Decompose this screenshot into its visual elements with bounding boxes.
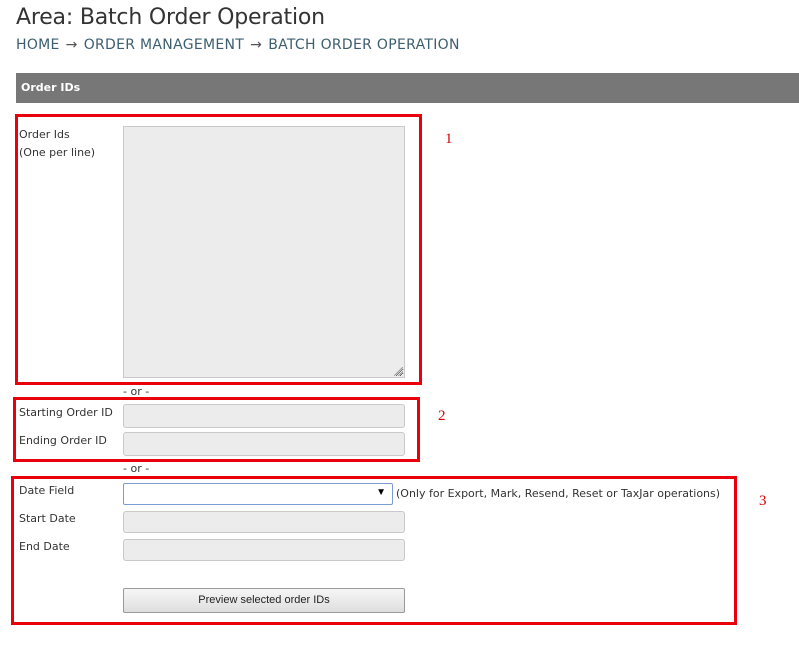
breadcrumb-separator-icon: → bbox=[250, 37, 263, 53]
section-header-order-ids: Order IDs bbox=[16, 73, 799, 103]
breadcrumb-home-link[interactable]: HOME bbox=[16, 37, 60, 53]
annotation-number-1: 1 bbox=[445, 131, 453, 147]
annotation-box-1 bbox=[15, 114, 422, 385]
annotation-number-3: 3 bbox=[759, 493, 767, 509]
breadcrumb-current-link[interactable]: BATCH ORDER OPERATION bbox=[268, 37, 460, 53]
page-title: Area: Batch Order Operation bbox=[16, 5, 325, 30]
annotation-box-2 bbox=[13, 397, 420, 462]
breadcrumb-separator-icon: → bbox=[65, 37, 78, 53]
breadcrumb-order-management-link[interactable]: ORDER MANAGEMENT bbox=[84, 37, 244, 53]
breadcrumb: HOME → ORDER MANAGEMENT → BATCH ORDER OPERAT… bbox=[16, 37, 460, 53]
annotation-box-3 bbox=[11, 476, 737, 625]
annotation-number-2: 2 bbox=[438, 408, 446, 424]
or-separator: - or - bbox=[123, 462, 150, 475]
